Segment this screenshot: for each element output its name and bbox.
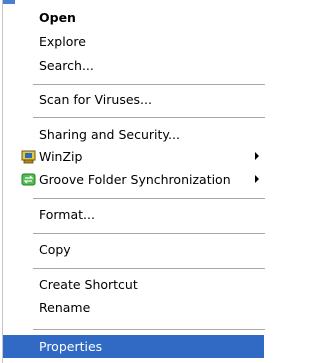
menu-item-search[interactable]: Search... bbox=[3, 54, 264, 77]
menu-item-copy[interactable]: Copy bbox=[3, 238, 264, 261]
menu-separator bbox=[33, 117, 265, 118]
menu-item-rename[interactable]: Rename bbox=[3, 296, 264, 319]
menu-top-accent bbox=[3, 0, 15, 4]
context-menu: Open Explore Search... Scan for Viruses.… bbox=[2, 0, 265, 363]
menu-separator bbox=[33, 84, 265, 85]
menu-item-open[interactable]: Open bbox=[3, 6, 264, 29]
menu-item-scan-viruses[interactable]: Scan for Viruses... bbox=[3, 88, 264, 111]
groove-sync-icon bbox=[21, 173, 36, 186]
menu-item-label: Format... bbox=[39, 207, 95, 222]
menu-item-label: Rename bbox=[39, 300, 91, 315]
menu-item-label: Explore bbox=[39, 34, 86, 49]
menu-item-label: Sharing and Security... bbox=[39, 127, 180, 142]
menu-separator bbox=[33, 329, 265, 330]
menu-item-sharing-security[interactable]: Sharing and Security... bbox=[3, 123, 264, 146]
menu-item-label: Search... bbox=[39, 58, 94, 73]
menu-item-explore[interactable]: Explore bbox=[3, 30, 264, 53]
winzip-icon bbox=[21, 150, 36, 164]
menu-item-create-shortcut[interactable]: Create Shortcut bbox=[3, 273, 264, 296]
menu-item-format[interactable]: Format... bbox=[3, 203, 264, 226]
menu-item-groove-sync[interactable]: Groove Folder Synchronization bbox=[3, 168, 264, 191]
menu-separator bbox=[33, 233, 265, 234]
menu-item-label: Copy bbox=[39, 242, 71, 257]
menu-item-properties[interactable]: Properties bbox=[3, 335, 264, 358]
menu-item-label: WinZip bbox=[39, 149, 83, 164]
menu-item-label: Groove Folder Synchronization bbox=[39, 172, 231, 187]
submenu-arrow-icon bbox=[255, 152, 259, 160]
menu-item-winzip[interactable]: WinZip bbox=[3, 145, 264, 168]
menu-separator bbox=[33, 268, 265, 269]
menu-separator bbox=[33, 198, 265, 199]
menu-item-label: Create Shortcut bbox=[39, 277, 138, 292]
menu-item-label: Properties bbox=[39, 339, 103, 354]
submenu-arrow-icon bbox=[255, 175, 259, 183]
menu-item-label: Scan for Viruses... bbox=[39, 92, 152, 107]
menu-item-label: Open bbox=[39, 10, 76, 25]
